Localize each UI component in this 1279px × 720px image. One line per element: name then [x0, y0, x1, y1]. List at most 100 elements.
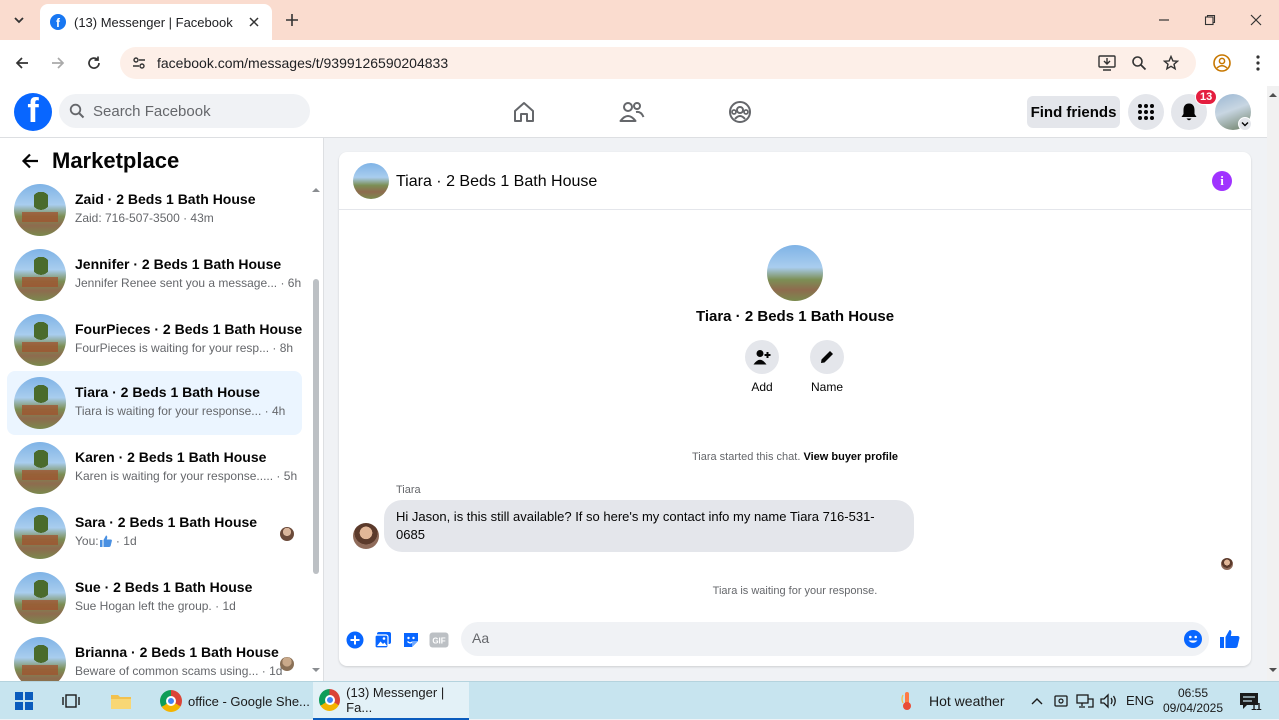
account-chevron-down-icon[interactable]	[1238, 117, 1252, 131]
conversation-item[interactable]: Zaid · 2 Beds 1 Bath House Zaid: 716-507…	[7, 178, 302, 242]
add-people-button[interactable]: Add	[732, 340, 792, 394]
edit-name-button[interactable]: Name	[797, 340, 857, 394]
like-thumbs-up-icon[interactable]	[1219, 628, 1241, 650]
back-arrow-icon[interactable]	[18, 149, 42, 173]
pencil-icon	[821, 351, 833, 363]
facebook-logo-icon[interactable]: f	[14, 93, 52, 131]
home-icon[interactable]	[510, 98, 538, 126]
browser-menu-icon[interactable]	[1246, 51, 1270, 75]
sidebar-scrollbar[interactable]	[311, 184, 321, 681]
close-window-icon[interactable]	[1233, 0, 1279, 40]
search-input[interactable]	[93, 102, 293, 120]
conversation-item[interactable]: Sara · 2 Beds 1 Bath House You: · 1d	[7, 501, 302, 565]
scrollbar-thumb[interactable]	[313, 279, 319, 574]
notification-count-badge: 13	[1195, 89, 1218, 105]
message-bubble[interactable]: Hi Jason, is this still available? If so…	[384, 500, 914, 552]
emoji-icon[interactable]	[1184, 630, 1202, 648]
seen-avatar	[280, 527, 294, 541]
info-icon[interactable]: i	[1212, 171, 1232, 191]
windows-start-icon[interactable]	[12, 689, 36, 713]
weather-thermometer-icon[interactable]	[895, 689, 919, 713]
file-explorer-icon[interactable]	[109, 689, 133, 713]
listing-thumbnail	[14, 442, 66, 494]
address-bar[interactable]: facebook.com/messages/t/9399126590204833	[120, 47, 1196, 79]
view-buyer-profile-link[interactable]: View buyer profile	[803, 451, 898, 463]
close-tab-icon[interactable]	[246, 14, 262, 30]
browser-profile-icon[interactable]	[1210, 51, 1234, 75]
chat-avatar[interactable]	[353, 163, 389, 199]
back-arrow-icon[interactable]	[10, 51, 34, 75]
page-scrollbar[interactable]	[1267, 86, 1279, 681]
add-label: Add	[751, 380, 773, 394]
search-box[interactable]	[59, 94, 310, 128]
seen-avatar	[280, 657, 294, 671]
conversation-item[interactable]: Brianna · 2 Beds 1 Bath House Beware of …	[7, 631, 302, 681]
groups-icon[interactable]	[726, 98, 754, 126]
conversation-preview: Jennifer Renee sent you a message... · 6…	[75, 276, 302, 290]
listing-thumbnail	[14, 507, 66, 559]
conversation-name: Jennifer · 2 Beds 1 Bath House	[75, 256, 282, 272]
page-scroll-down-icon[interactable]	[1267, 665, 1279, 675]
show-hidden-icons-chevron-icon[interactable]	[1025, 689, 1049, 713]
browser-tab-messenger[interactable]: f (13) Messenger | Facebook	[40, 4, 272, 40]
conversation-name: FourPieces · 2 Beds 1 Bath House	[75, 321, 303, 337]
waiting-notice: Tiara is waiting for your response.	[712, 585, 878, 597]
forward-arrow-icon[interactable]	[46, 51, 70, 75]
friends-icon[interactable]	[618, 98, 646, 126]
conversation-name: Sue · 2 Beds 1 Bath House	[75, 579, 253, 595]
tab-search-dropdown-icon[interactable]	[6, 8, 32, 32]
zoom-icon[interactable]	[1130, 54, 1148, 72]
bookmark-star-icon[interactable]	[1162, 54, 1180, 72]
conversation-preview: Zaid: 716-507-3500 · 43m	[75, 211, 214, 225]
taskbar-app-label: office - Google She...	[188, 693, 310, 709]
network-icon[interactable]	[1073, 689, 1097, 713]
conversation-name: Tiara · 2 Beds 1 Bath House	[75, 384, 260, 400]
listing-thumbnail	[14, 637, 66, 681]
site-info-icon[interactable]	[130, 54, 148, 72]
message-input-box[interactable]	[461, 622, 1209, 656]
install-app-icon[interactable]	[1098, 54, 1116, 72]
conversation-preview: Sue Hogan left the group. · 1d	[75, 599, 236, 613]
menu-grid-icon[interactable]	[1128, 94, 1164, 130]
page-scroll-up-icon[interactable]	[1267, 90, 1279, 100]
reload-icon[interactable]	[82, 51, 106, 75]
url-text[interactable]: facebook.com/messages/t/9399126590204833	[157, 55, 448, 71]
conversation-item[interactable]: Sue · 2 Beds 1 Bath House Sue Hogan left…	[7, 566, 302, 630]
notification-center-count: 11	[1251, 702, 1262, 713]
taskbar-app-messenger[interactable]: (13) Messenger | Fa...	[313, 682, 469, 720]
conversation-item[interactable]: Jennifer · 2 Beds 1 Bath House Jennifer …	[7, 243, 302, 307]
scroll-up-arrow-icon[interactable]	[311, 186, 321, 194]
conversation-preview: FourPieces is waiting for your resp... ·…	[75, 341, 294, 355]
conversation-name: Zaid · 2 Beds 1 Bath House	[75, 191, 256, 207]
conversation-preview: Karen is waiting for your response..... …	[75, 469, 298, 483]
windows-taskbar: office - Google She... (13) Messenger | …	[0, 681, 1279, 720]
volume-icon[interactable]	[1097, 689, 1121, 713]
sticker-icon[interactable]	[401, 630, 421, 650]
listing-thumbnail	[14, 314, 66, 366]
find-friends-button[interactable]: Find friends	[1027, 96, 1120, 128]
language-indicator[interactable]: ENG	[1126, 693, 1154, 708]
sender-avatar[interactable]	[353, 523, 379, 549]
message-sender-name: Tiara	[396, 484, 421, 496]
more-actions-plus-icon[interactable]	[345, 630, 365, 650]
clock-date: 09/04/2025	[1162, 701, 1224, 715]
conversation-item[interactable]: FourPieces · 2 Beds 1 Bath House FourPie…	[7, 308, 302, 372]
task-view-icon[interactable]	[59, 689, 83, 713]
message-input[interactable]	[472, 630, 1152, 646]
add-person-icon	[753, 350, 771, 365]
conversation-item[interactable]: Karen · 2 Beds 1 Bath House Karen is wai…	[7, 436, 302, 500]
taskbar-app-google-sheets[interactable]: office - Google She...	[154, 682, 310, 720]
restore-window-icon[interactable]	[1187, 0, 1233, 40]
photo-gallery-icon[interactable]	[373, 630, 393, 650]
conversation-item-active[interactable]: Tiara · 2 Beds 1 Bath House Tiara is wai…	[7, 371, 302, 435]
weather-text[interactable]: Hot weather	[929, 693, 1004, 709]
new-tab-plus-icon[interactable]	[280, 8, 304, 32]
scroll-down-arrow-icon[interactable]	[311, 666, 321, 674]
conversation-preview: Beware of common scams using... · 1d	[75, 664, 283, 678]
minimize-window-icon[interactable]	[1141, 0, 1187, 40]
conversation-name: Karen · 2 Beds 1 Bath House	[75, 449, 267, 465]
gif-icon[interactable]: GIF	[429, 630, 449, 650]
system-clock[interactable]: 06:55 09/04/2025	[1158, 686, 1228, 716]
meet-now-icon[interactable]	[1049, 689, 1073, 713]
chat-title[interactable]: Tiara · 2 Beds 1 Bath House	[396, 173, 597, 191]
